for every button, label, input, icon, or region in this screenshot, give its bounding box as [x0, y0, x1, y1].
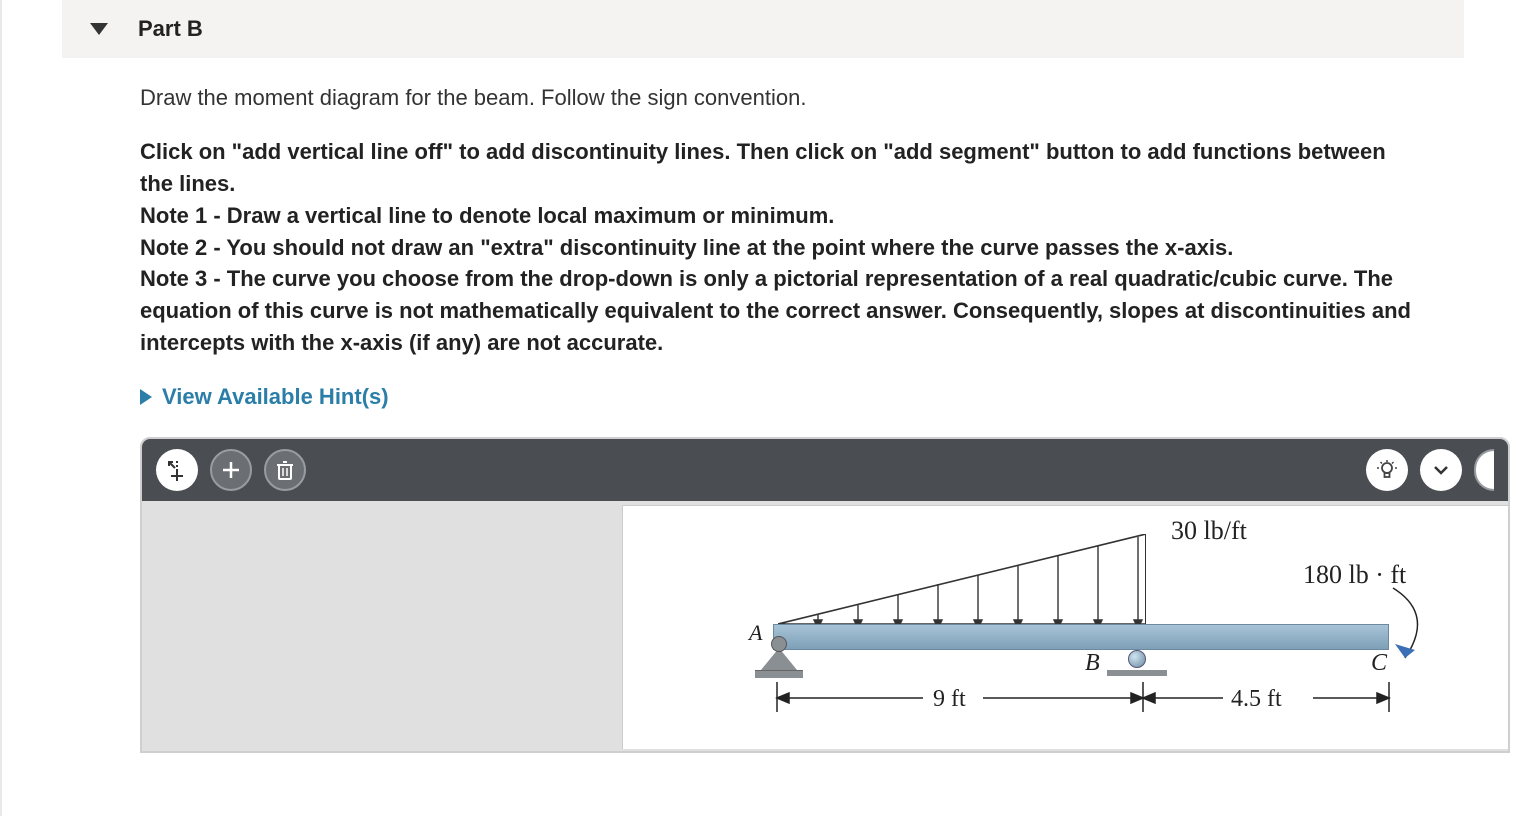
add-segment-button[interactable]	[210, 449, 252, 491]
instruction-note3: Note 3 - The curve you choose from the d…	[140, 263, 1424, 359]
reset-button-partial[interactable]	[1474, 449, 1494, 491]
dimension-bc: 4.5 ft	[1231, 686, 1282, 713]
part-header[interactable]: Part B	[62, 0, 1464, 58]
beam-figure-panel: A B C	[622, 505, 1508, 749]
instruction-lead: Click on "add vertical line off" to add …	[140, 136, 1424, 200]
triangular-load	[778, 534, 1146, 624]
drawing-canvas[interactable]: A B C	[142, 501, 1508, 751]
instruction-note2: Note 2 - You should not draw an "extra" …	[140, 232, 1424, 264]
add-vertical-line-button[interactable]	[156, 449, 198, 491]
instruction-block: Draw the moment diagram for the beam. Fo…	[62, 82, 1464, 413]
content-container: Part B Draw the moment diagram for the b…	[2, 0, 1534, 753]
chevron-down-icon	[1432, 461, 1450, 479]
hint-lightbulb-button[interactable]	[1366, 449, 1408, 491]
roller-ball-icon	[1128, 650, 1146, 668]
plus-icon	[220, 459, 242, 481]
lightbulb-icon	[1376, 459, 1398, 481]
dimension-ab: 9 ft	[933, 686, 966, 713]
hints-toggle[interactable]: View Available Hint(s)	[140, 381, 1424, 413]
part-title: Part B	[138, 16, 203, 42]
hints-label: View Available Hint(s)	[162, 381, 389, 413]
vertical-line-icon	[165, 458, 189, 482]
instruction-note1: Note 1 - Draw a vertical line to denote …	[140, 200, 1424, 232]
point-label-a: A	[749, 620, 762, 646]
roller-support-b	[1113, 650, 1161, 676]
zoom-dropdown-button[interactable]	[1420, 449, 1462, 491]
caret-right-icon	[140, 389, 152, 405]
couple-moment-arrow	[1383, 584, 1437, 664]
beam-body	[773, 624, 1389, 650]
trash-icon	[275, 459, 295, 481]
caret-down-icon	[90, 23, 108, 35]
prompt-text: Draw the moment diagram for the beam. Fo…	[140, 82, 1424, 114]
delete-button[interactable]	[264, 449, 306, 491]
bold-instructions: Click on "add vertical line off" to add …	[140, 136, 1424, 359]
pin-support-a	[755, 648, 803, 680]
point-label-b: B	[1085, 650, 1100, 677]
load-peak-label: 30 lb/ft	[1171, 516, 1247, 546]
drawing-workspace: A B C	[140, 437, 1510, 753]
pin-hinge-icon	[771, 636, 787, 652]
drawing-toolbar	[142, 439, 1508, 501]
left-scrollbar-track	[0, 0, 12, 816]
